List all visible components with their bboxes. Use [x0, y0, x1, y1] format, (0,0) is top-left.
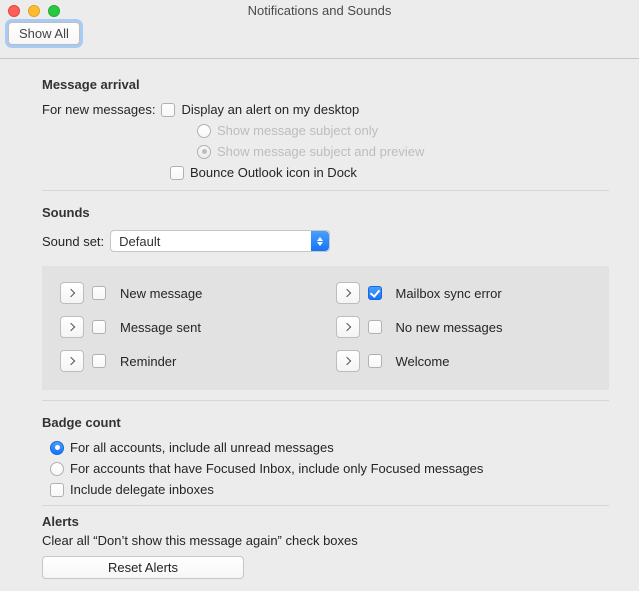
bounce-icon-checkbox[interactable] — [170, 166, 184, 180]
updown-icon — [311, 231, 329, 251]
badge-focused-only-radio[interactable] — [50, 462, 64, 476]
play-button-no-new-messages[interactable] — [336, 316, 360, 338]
checkbox-message-sent[interactable] — [92, 320, 106, 334]
close-icon[interactable] — [8, 5, 20, 17]
section-title-sounds: Sounds — [42, 205, 609, 220]
preferences-window: Notifications and Sounds Show All Messag… — [0, 0, 639, 591]
sound-set-label: Sound set: — [42, 234, 104, 249]
display-alert-label: Display an alert on my desktop — [181, 102, 359, 117]
label-no-new-messages: No new messages — [396, 320, 503, 335]
section-title-badge-count: Badge count — [42, 415, 609, 430]
subject-only-label: Show message subject only — [217, 123, 378, 138]
sounds-panel: New message Mailbox sync error Message s… — [42, 266, 609, 390]
show-all-button[interactable]: Show All — [8, 22, 80, 45]
badge-all-unread-label: For all accounts, include all unread mes… — [70, 440, 334, 455]
include-delegate-checkbox[interactable] — [50, 483, 64, 497]
section-title-message-arrival: Message arrival — [42, 77, 609, 92]
play-button-reminder[interactable] — [60, 350, 84, 372]
play-button-welcome[interactable] — [336, 350, 360, 372]
section-title-alerts: Alerts — [42, 514, 609, 529]
toolbar: Show All — [0, 22, 639, 59]
separator — [42, 190, 609, 191]
bounce-icon-label: Bounce Outlook icon in Dock — [190, 165, 357, 180]
checkbox-mailbox-sync-error[interactable] — [368, 286, 382, 300]
label-message-sent: Message sent — [120, 320, 201, 335]
play-button-message-sent[interactable] — [60, 316, 84, 338]
zoom-icon[interactable] — [48, 5, 60, 17]
checkbox-welcome[interactable] — [368, 354, 382, 368]
play-button-new-message[interactable] — [60, 282, 84, 304]
sound-set-value: Default — [119, 234, 160, 249]
display-alert-checkbox[interactable] — [161, 103, 175, 117]
clear-alerts-text: Clear all “Don’t show this message again… — [42, 533, 609, 548]
checkbox-no-new-messages[interactable] — [368, 320, 382, 334]
subject-and-preview-label: Show message subject and preview — [217, 144, 424, 159]
window-controls — [8, 5, 60, 17]
minimize-icon[interactable] — [28, 5, 40, 17]
checkbox-new-message[interactable] — [92, 286, 106, 300]
badge-all-unread-radio[interactable] — [50, 441, 64, 455]
play-button-mailbox-sync-error[interactable] — [336, 282, 360, 304]
label-mailbox-sync-error: Mailbox sync error — [396, 286, 502, 301]
subject-only-radio — [197, 124, 211, 138]
for-new-messages-label: For new messages: — [42, 102, 155, 117]
sound-set-select[interactable]: Default — [110, 230, 330, 252]
badge-focused-only-label: For accounts that have Focused Inbox, in… — [70, 461, 483, 476]
titlebar: Notifications and Sounds — [0, 0, 639, 22]
subject-and-preview-radio — [197, 145, 211, 159]
include-delegate-label: Include delegate inboxes — [70, 482, 214, 497]
reset-alerts-button[interactable]: Reset Alerts — [42, 556, 244, 579]
separator — [42, 400, 609, 401]
label-new-message: New message — [120, 286, 202, 301]
separator — [42, 505, 609, 506]
window-title: Notifications and Sounds — [0, 0, 639, 22]
checkbox-reminder[interactable] — [92, 354, 106, 368]
label-welcome: Welcome — [396, 354, 450, 369]
label-reminder: Reminder — [120, 354, 176, 369]
